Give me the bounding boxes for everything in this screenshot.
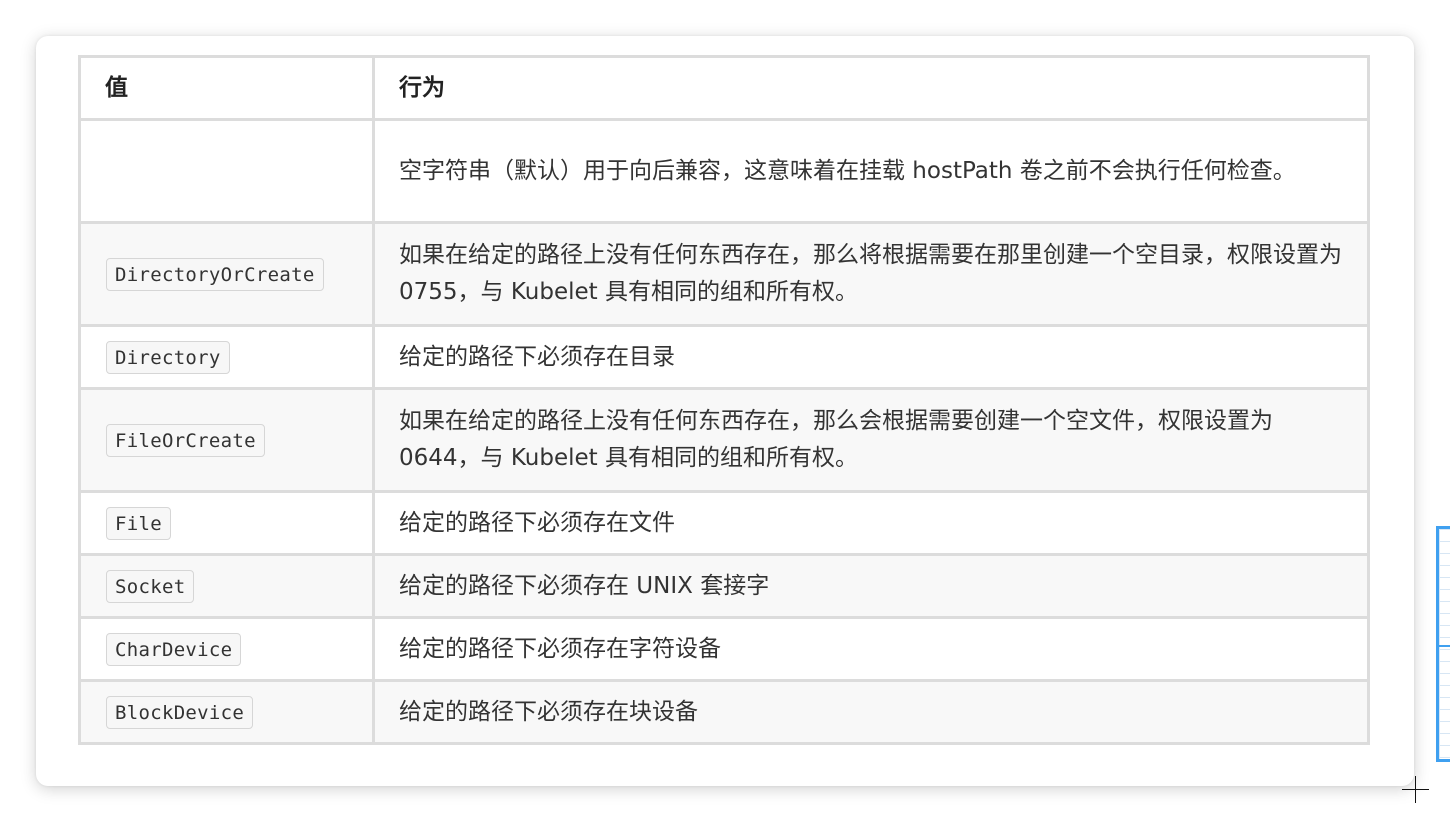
selection-frame-divider <box>1439 645 1450 647</box>
behavior-cell: 给定的路径下必须存在块设备 <box>372 679 1370 745</box>
behavior-cell: 如果在给定的路径上没有任何东西存在，那么将根据需要在那里创建一个空目录，权限设置… <box>372 221 1370 327</box>
table-row: File 给定的路径下必须存在文件 <box>78 490 1370 556</box>
content-card: 值 行为 空字符串（默认）用于向后兼容，这意味着在挂载 hostPath 卷之前… <box>36 36 1414 786</box>
behavior-cell: 给定的路径下必须存在文件 <box>372 490 1370 556</box>
crosshair-vertical <box>1415 776 1416 803</box>
table-header-row: 值 行为 <box>78 55 1370 121</box>
partial-selection-frame <box>1436 526 1450 762</box>
value-cell: BlockDevice <box>78 679 375 745</box>
table-row: Directory 给定的路径下必须存在目录 <box>78 324 1370 390</box>
table-row: FileOrCreate 如果在给定的路径上没有任何东西存在，那么会根据需要创建… <box>78 387 1370 493</box>
value-cell: File <box>78 490 375 556</box>
value-code: CharDevice <box>106 632 242 666</box>
value-cell <box>78 118 375 224</box>
crosshair-cursor-icon <box>1402 776 1429 803</box>
behavior-cell: 给定的路径下必须存在 UNIX 套接字 <box>372 553 1370 619</box>
value-code: FileOrCreate <box>106 423 265 457</box>
behavior-cell: 空字符串（默认）用于向后兼容，这意味着在挂载 hostPath 卷之前不会执行任… <box>372 118 1370 224</box>
table-row: 空字符串（默认）用于向后兼容，这意味着在挂载 hostPath 卷之前不会执行任… <box>78 118 1370 224</box>
table-row: CharDevice 给定的路径下必须存在字符设备 <box>78 616 1370 682</box>
value-cell: Socket <box>78 553 375 619</box>
value-code: DirectoryOrCreate <box>106 257 324 291</box>
value-cell: DirectoryOrCreate <box>78 221 375 327</box>
value-cell: CharDevice <box>78 616 375 682</box>
value-code: Socket <box>106 569 195 603</box>
table-row: BlockDevice 给定的路径下必须存在块设备 <box>78 679 1370 745</box>
value-code: Directory <box>106 340 230 374</box>
column-header-value: 值 <box>78 55 375 121</box>
value-code: File <box>106 506 171 540</box>
table-row: DirectoryOrCreate 如果在给定的路径上没有任何东西存在，那么将根… <box>78 221 1370 327</box>
behavior-cell: 给定的路径下必须存在字符设备 <box>372 616 1370 682</box>
value-cell: Directory <box>78 324 375 390</box>
behavior-cell: 如果在给定的路径上没有任何东西存在，那么会根据需要创建一个空文件，权限设置为 0… <box>372 387 1370 493</box>
value-code: BlockDevice <box>106 695 254 729</box>
value-cell: FileOrCreate <box>78 387 375 493</box>
hostpath-type-table: 值 行为 空字符串（默认）用于向后兼容，这意味着在挂载 hostPath 卷之前… <box>78 55 1370 745</box>
behavior-cell: 给定的路径下必须存在目录 <box>372 324 1370 390</box>
column-header-behavior: 行为 <box>372 55 1370 121</box>
table-row: Socket 给定的路径下必须存在 UNIX 套接字 <box>78 553 1370 619</box>
